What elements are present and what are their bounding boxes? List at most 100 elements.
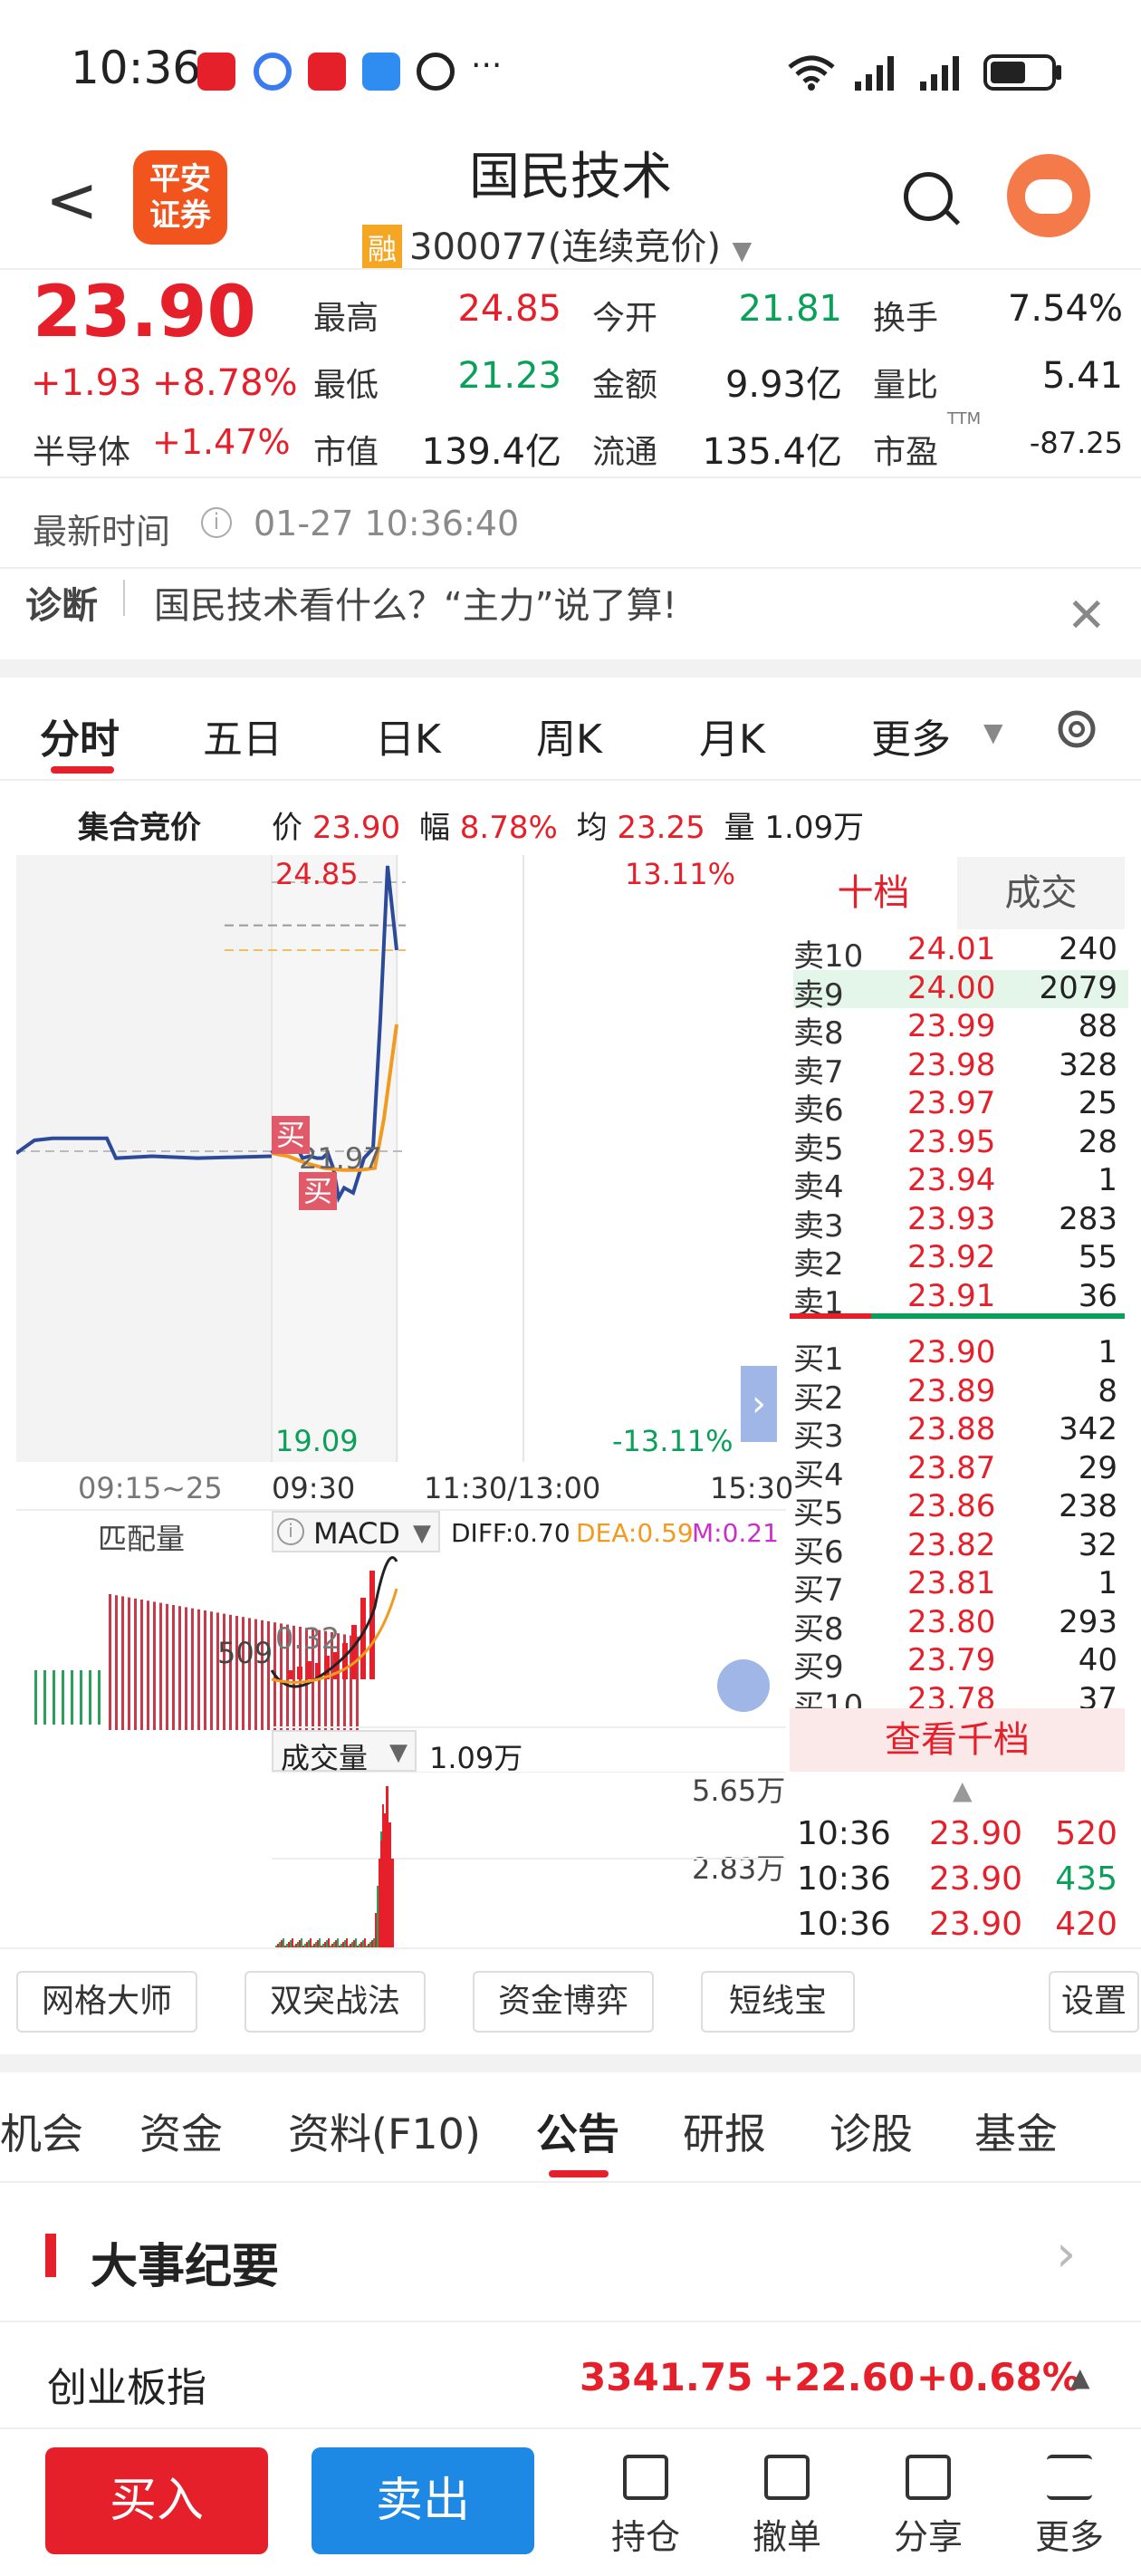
orderbook-row[interactable]: 买7 23.81 1 [793, 1565, 1128, 1609]
gear-icon[interactable] [1050, 703, 1103, 755]
tab-opportunity[interactable]: 机会 [0, 2101, 83, 2161]
orderbook-row[interactable]: 买5 23.86 238 [793, 1488, 1128, 1532]
index-pct: +0.68% [916, 2355, 1080, 2399]
tab-funds[interactable]: 资金 [139, 2101, 223, 2161]
orderbook-row[interactable]: 卖4 23.94 1 [793, 1162, 1128, 1206]
tab-fund[interactable]: 基金 [974, 2101, 1058, 2161]
nav-share[interactable]: 分享 [878, 2455, 978, 2559]
orderbook-row[interactable]: 买2 23.89 8 [793, 1372, 1128, 1417]
match-volume-bar [89, 1670, 91, 1725]
view-all-levels-button[interactable]: 查看千档 [790, 1708, 1125, 1772]
y-low-label: 19.09 [275, 1424, 359, 1458]
message-icon [362, 53, 400, 91]
tab-monthly-k[interactable]: 月K [699, 706, 765, 764]
settings-button[interactable]: 设置 [1049, 1971, 1139, 2033]
tool-fund-game[interactable]: 资金博弈 [473, 1971, 654, 2033]
volume-bar [377, 1886, 379, 1949]
match-volume-bar [71, 1670, 73, 1725]
orderbook-row[interactable]: 卖2 23.92 55 [793, 1239, 1128, 1283]
fullscreen-icon[interactable] [717, 1659, 770, 1712]
tab-daily-k[interactable]: 日K [375, 706, 441, 764]
orderbook-row[interactable]: 卖9 24.00 2079 [793, 969, 1128, 1014]
macd-selector[interactable]: i MACD ▼ [272, 1511, 440, 1552]
buy-marker[interactable]: 买 [272, 1116, 310, 1154]
x-tick: 11:30/13:00 [424, 1471, 601, 1505]
match-volume-bar [53, 1670, 55, 1725]
events-title: 大事纪要 [91, 2240, 280, 2294]
orderbook-row[interactable]: 卖10 24.01 240 [793, 931, 1128, 975]
diag-text[interactable]: 国民技术看什么？“主力”说了算! [154, 576, 676, 629]
orderbook-volume: 36 [1078, 1277, 1117, 1314]
chevron-down-icon: ▼ [732, 235, 753, 265]
sf-icon [417, 53, 455, 91]
tab-research[interactable]: 研报 [683, 2101, 766, 2161]
tab-five-day[interactable]: 五日 [203, 706, 283, 764]
info-icon[interactable]: i [201, 507, 232, 538]
auction-avg: 23.25 [617, 810, 705, 846]
orderbook-row[interactable]: 卖1 23.91 36 [793, 1277, 1128, 1322]
match-volume-bar [43, 1670, 46, 1725]
match-volume-bar [98, 1670, 101, 1725]
buy-button[interactable]: 买入 [45, 2447, 268, 2554]
tab-ten-levels[interactable]: 十档 [790, 857, 957, 929]
orderbook-row[interactable]: 卖5 23.95 28 [793, 1124, 1128, 1168]
orderbook-volume: 8 [1098, 1372, 1117, 1409]
orderbook-price: 23.80 [907, 1603, 996, 1640]
orderbook-volume: 40 [1078, 1642, 1117, 1678]
orderbook-row[interactable]: 买1 23.90 1 [793, 1334, 1128, 1378]
stock-code-row[interactable]: 融 300077(连续竞价) ▼ [362, 217, 752, 270]
nav-cancel-order[interactable]: 撤单 [737, 2455, 837, 2559]
orderbook-row[interactable]: 买3 23.88 342 [793, 1411, 1128, 1455]
volume-bar [375, 1913, 377, 1949]
buy-marker[interactable]: 买 [299, 1172, 337, 1210]
index-change: +22.60 [762, 2355, 916, 2399]
orderbook-price: 23.92 [907, 1239, 996, 1275]
nav-positions[interactable]: 持仓 [596, 2455, 695, 2559]
match-volume-bar [191, 1608, 194, 1730]
tab-weekly-k[interactable]: 周K [536, 706, 602, 764]
trade-time: 10:36 [797, 1815, 891, 1852]
tab-diagnosis[interactable]: 诊股 [829, 2101, 913, 2161]
orderbook-row[interactable]: 买9 23.79 40 [793, 1642, 1128, 1686]
orderbook-row[interactable]: 买4 23.87 29 [793, 1450, 1128, 1494]
tab-intraday[interactable]: 分时 [40, 706, 120, 764]
tab-trades[interactable]: 成交 [957, 857, 1125, 929]
orderbook-row[interactable]: 卖3 23.93 283 [793, 1200, 1128, 1245]
orderbook-row[interactable]: 卖6 23.97 25 [793, 1085, 1128, 1129]
status-right-icons [788, 54, 1061, 91]
orderbook-row[interactable]: 卖8 23.99 88 [793, 1008, 1128, 1052]
volume-selector[interactable]: 成交量 ▼ [272, 1730, 417, 1775]
orderbook-row[interactable]: 买8 23.80 293 [793, 1603, 1128, 1648]
orderbook-row[interactable]: 卖7 23.98 328 [793, 1047, 1128, 1091]
macd-bar [360, 1598, 366, 1679]
volume-bar [388, 1822, 391, 1949]
match-value: 509 [217, 1636, 273, 1670]
chevron-right-icon[interactable]: › [1056, 2225, 1076, 2283]
tab-announcements[interactable]: 公告 [536, 2101, 619, 2161]
macd-chart [34, 1556, 398, 1730]
sector-label: 半导体 [33, 434, 131, 471]
orderbook-volume: 283 [1059, 1200, 1117, 1237]
tool-grid-master[interactable]: 网格大师 [16, 1971, 197, 2033]
search-icon[interactable] [904, 172, 953, 221]
match-volume-bar [185, 1607, 187, 1730]
field-value: 9.93亿 [724, 364, 842, 406]
nav-more[interactable]: 更多 [1020, 2455, 1119, 2559]
sell-button[interactable]: 卖出 [312, 2447, 534, 2554]
caret-up-icon[interactable]: ▲ [1070, 2362, 1090, 2392]
tool-short-term[interactable]: 短线宝 [701, 1971, 855, 2033]
tab-more[interactable]: 更多 [871, 706, 951, 764]
field-value: 139.4亿 [421, 431, 561, 473]
trade-row: 10:36 23.90 435 [793, 1860, 1128, 1898]
price-chart[interactable] [16, 855, 786, 1462]
index-name[interactable]: 创业板指 [47, 2355, 206, 2413]
tool-double-breakout[interactable]: 双突战法 [244, 1971, 426, 2033]
share-icon [906, 2455, 951, 2500]
caret-up-icon[interactable]: ▲ [953, 1775, 973, 1805]
expand-orderbook-button[interactable]: › [741, 1366, 777, 1442]
close-icon[interactable]: ✕ [1067, 589, 1107, 643]
match-volume-bar [216, 1612, 219, 1730]
assistant-avatar[interactable] [1007, 154, 1090, 237]
tab-f10[interactable]: 资料(F10) [288, 2101, 481, 2161]
orderbook-row[interactable]: 买6 23.82 32 [793, 1527, 1128, 1571]
